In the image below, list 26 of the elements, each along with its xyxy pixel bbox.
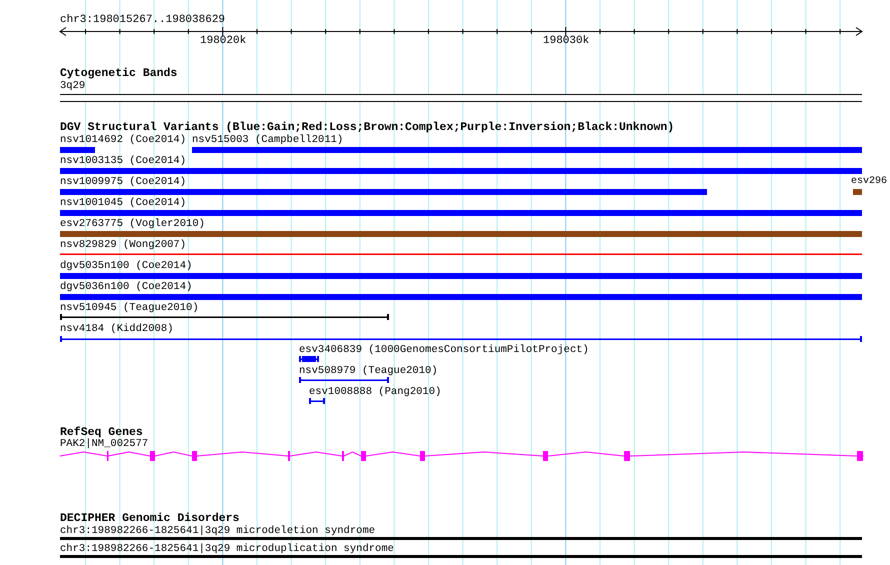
variant-label: nsv510945 (Teague2010) xyxy=(60,302,199,314)
variant-label: esv3406839 (1000GenomesConsortiumPilotProject) xyxy=(299,344,589,356)
location-label: chr3:198015267..198038629 xyxy=(60,14,226,26)
gene-label: PAK2|NM_002577 xyxy=(60,438,148,450)
track-title: RefSeq Genes xyxy=(60,427,143,439)
track-title: Cytogenetic Bands xyxy=(60,68,178,80)
variant-label: esv296 xyxy=(851,176,888,188)
variant-label: nsv1009975 (Coe2014) xyxy=(60,176,186,188)
band-label: 3q29 xyxy=(60,80,86,92)
variant-label: dgv5036n100 (Coe2014) xyxy=(60,281,192,293)
ruler-label: 198030k xyxy=(543,35,590,47)
variant-label: nsv1001045 (Coe2014) xyxy=(60,197,186,209)
variant-label: nsv1014692 (Coe2014) xyxy=(60,134,186,146)
variant-label: nsv829829 (Wong2007) xyxy=(60,239,186,251)
ruler-label: 198020k xyxy=(200,35,246,47)
variant-label: nsv4184 (Kidd2008) xyxy=(60,323,174,335)
track-title: DECIPHER Genomic Disorders xyxy=(60,513,240,525)
disorder-label: chr3:198982266-1825641|3q29 microduplication syndrome xyxy=(60,543,394,555)
variant-label: esv1008888 (Pang2010) xyxy=(309,386,442,398)
variant-label: nsv1003135 (Coe2014) xyxy=(60,155,186,167)
track-title: DGV Structural Variants (Blue:Gain;Red:Loss;Brown:Complex;Purple:Inversion;Black:Unknown) xyxy=(60,122,674,134)
disorder-label: chr3:198982266-1825641|3q29 microdeletion syndrome xyxy=(60,525,376,537)
variant-label: nsv515003 (Campbell2011) xyxy=(192,134,344,146)
variant-label: dgv5035n100 (Coe2014) xyxy=(60,260,192,272)
variant-label: esv2763775 (Vogler2010) xyxy=(60,218,205,230)
variant-label: nsv508979 (Teague2010) xyxy=(299,365,438,377)
